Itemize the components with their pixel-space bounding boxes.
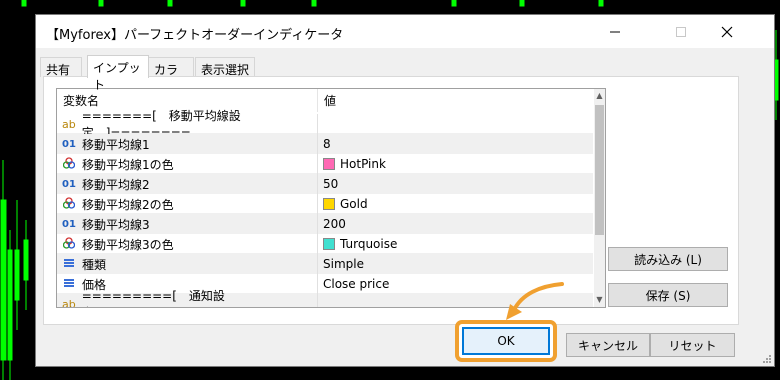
minimize-button[interactable] — [592, 15, 638, 48]
value-text: Close price — [323, 277, 390, 291]
variable-name: =========[ 通知設定 ]========== — [81, 289, 225, 307]
variable-name: 移動平均線2 — [82, 177, 150, 192]
integer-type-icon: 01 — [62, 138, 76, 150]
save-button[interactable]: 保存 (S) — [608, 283, 728, 307]
variable-name: 移動平均線1の色 — [82, 157, 174, 172]
variable-cell[interactable]: 01 移動平均線1 — [57, 134, 317, 154]
scroll-down-icon[interactable]: ▼ — [594, 293, 605, 307]
tab-colors[interactable]: カラー — [148, 57, 194, 94]
string-type-icon: ab — [62, 297, 76, 308]
variable-cell[interactable]: 種類 — [57, 254, 317, 274]
title-bar: 【Myforex】パーフェクトオーダーインディケータ — [36, 15, 774, 48]
tab-visualization[interactable]: 表示選択 — [195, 57, 255, 77]
variable-name: 移動平均線3 — [82, 217, 150, 232]
variable-cell[interactable]: 移動平均線2の色 — [57, 194, 317, 214]
header-value[interactable]: 値 — [318, 89, 593, 114]
load-button[interactable]: 読み込み (L) — [608, 247, 728, 271]
table-row[interactable]: 01 移動平均線3 200 — [57, 214, 593, 234]
enum-type-icon — [62, 257, 76, 272]
enum-type-icon — [62, 277, 76, 292]
variable-cell[interactable]: 01 移動平均線2 — [57, 174, 317, 194]
value-cell[interactable]: HotPink — [317, 154, 593, 174]
color-type-icon — [62, 156, 76, 172]
color-type-icon — [62, 236, 76, 252]
ok-highlight: OK — [455, 320, 557, 362]
cancel-button[interactable]: キャンセル — [566, 333, 650, 357]
color-swatch — [323, 198, 335, 210]
table-row[interactable]: 種類 Simple — [57, 254, 593, 274]
reset-button[interactable]: リセット — [650, 333, 735, 357]
value-cell[interactable] — [317, 114, 593, 134]
tab-inputs[interactable]: インプット — [87, 55, 149, 92]
value-text: 8 — [323, 137, 331, 151]
color-type-icon — [62, 196, 76, 212]
table-row[interactable]: ab =======[ 移動平均線設定 ]======== — [57, 109, 593, 140]
integer-type-icon: 01 — [62, 218, 76, 230]
value-text: Simple — [323, 257, 364, 271]
variable-cell[interactable]: ab =========[ 通知設定 ]========== — [57, 289, 317, 308]
value-cell[interactable]: Simple — [317, 254, 593, 274]
color-swatch — [323, 158, 335, 170]
color-swatch — [323, 238, 335, 250]
variable-cell[interactable]: ab =======[ 移動平均線設定 ]======== — [57, 109, 317, 140]
tab-panel: 変数名 値 ab =======[ 移動平均線設定 ]======== 01 移動平均… — [43, 76, 739, 325]
value-text: 50 — [323, 177, 339, 191]
variable-cell[interactable]: 移動平均線3の色 — [57, 234, 317, 254]
variable-cell[interactable]: 移動平均線1の色 — [57, 154, 317, 174]
table-row[interactable]: 移動平均線3の色 Turquoise — [57, 234, 593, 254]
vertical-scrollbar[interactable]: ▲ ▼ — [594, 89, 605, 307]
value-cell[interactable]: 50 — [317, 174, 593, 194]
table-row[interactable]: 移動平均線1の色 HotPink — [57, 154, 593, 174]
minimize-icon — [610, 31, 620, 32]
properties-dialog: 【Myforex】パーフェクトオーダーインディケータ 共有 インプット カラー … — [35, 14, 775, 367]
table-row[interactable]: 01 移動平均線1 8 — [57, 134, 593, 154]
integer-type-icon: 01 — [62, 178, 76, 190]
table-row[interactable]: 01 移動平均線2 50 — [57, 174, 593, 194]
variable-name: 移動平均線1 — [82, 137, 150, 152]
table-row[interactable]: 移動平均線2の色 Gold — [57, 194, 593, 214]
maximize-button[interactable] — [658, 15, 704, 48]
scroll-thumb[interactable] — [595, 105, 604, 235]
variable-name: 移動平均線2の色 — [82, 197, 174, 212]
value-cell[interactable]: 200 — [317, 214, 593, 234]
tab-common[interactable]: 共有 — [40, 57, 82, 77]
close-button[interactable] — [704, 15, 750, 48]
value-text: HotPink — [340, 157, 386, 171]
variable-name: 種類 — [82, 257, 107, 272]
value-cell[interactable]: Turquoise — [317, 234, 593, 254]
maximize-icon — [676, 26, 686, 37]
scroll-up-icon[interactable]: ▲ — [594, 89, 605, 103]
value-cell[interactable]: Gold — [317, 194, 593, 214]
value-cell[interactable]: 8 — [317, 134, 593, 154]
value-text: Turquoise — [340, 237, 398, 251]
window-title: 【Myforex】パーフェクトオーダーインディケータ — [46, 28, 344, 43]
variable-cell[interactable]: 01 移動平均線3 — [57, 214, 317, 234]
value-text: Gold — [340, 197, 368, 211]
value-text: 200 — [323, 217, 346, 231]
variable-name: 移動平均線3の色 — [82, 237, 174, 252]
string-type-icon: ab — [62, 117, 76, 131]
ok-button[interactable]: OK — [462, 327, 550, 355]
resize-grip-icon[interactable] — [761, 353, 771, 363]
close-icon — [721, 26, 733, 37]
parameters-grid[interactable]: 変数名 値 ab =======[ 移動平均線設定 ]======== 01 移動平均… — [56, 88, 606, 308]
